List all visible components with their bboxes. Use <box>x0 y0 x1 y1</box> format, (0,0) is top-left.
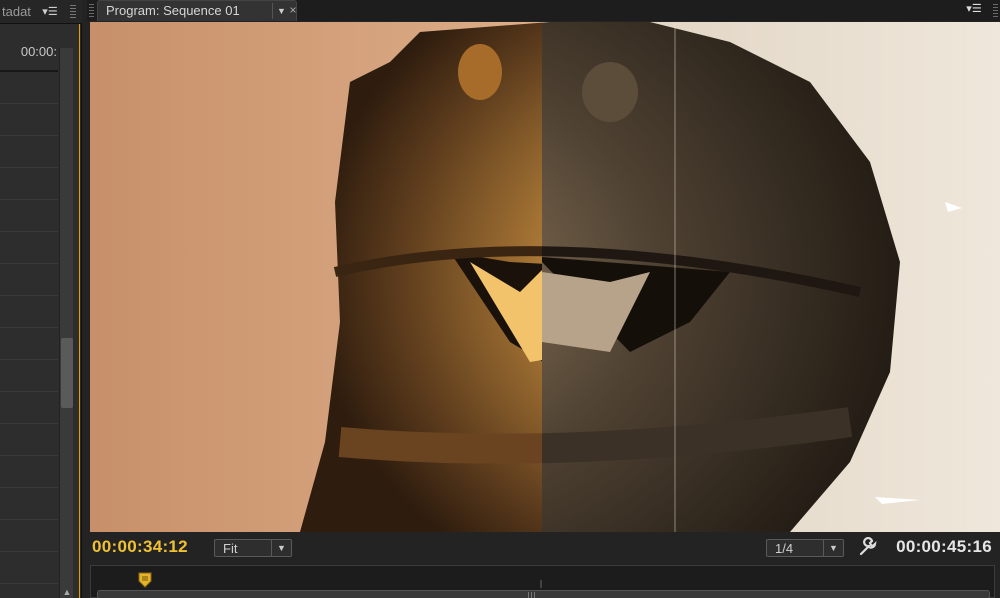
left-panel-tabbar: tadat ▾☰ <box>0 0 82 24</box>
metadata-panel: tadat ▾☰ 00:00: ▲ <box>0 0 82 598</box>
resolution-select-value: 1/4 <box>775 541 794 556</box>
time-ruler[interactable] <box>90 565 995 598</box>
app-window: tadat ▾☰ 00:00: ▲ Program: Sequence 01 ▼… <box>0 0 1000 598</box>
panel-grip[interactable] <box>993 4 998 18</box>
left-panel-content: 00:00: ▲ <box>0 24 80 598</box>
scrollbar-thumb[interactable] <box>61 338 73 408</box>
current-timecode[interactable]: 00:00:34:12 <box>92 537 188 557</box>
panel-menu-icon[interactable]: ▾☰ <box>40 3 60 21</box>
ruler-ticks <box>540 580 542 588</box>
program-tab-label: Program: Sequence 01 <box>106 3 240 18</box>
track-rows <box>0 72 58 598</box>
video-preview[interactable] <box>90 22 1000 532</box>
duration-timecode: 00:00:45:16 <box>896 537 992 556</box>
panel-menu-icon[interactable]: ▾☰ <box>964 0 984 18</box>
zoom-select[interactable]: Fit ▼ <box>214 539 292 557</box>
zoom-select-value: Fit <box>223 541 238 556</box>
vertical-scrollbar[interactable]: ▲ <box>59 48 73 598</box>
close-icon[interactable]: × <box>286 0 300 20</box>
program-monitor-panel: Program: Sequence 01 ▼ × ▾☰ 00:00:34:12 … <box>87 0 1000 598</box>
scroll-up-icon[interactable]: ▲ <box>61 586 73 598</box>
chevron-down-icon: ▼ <box>271 540 291 556</box>
chevron-down-icon: ▼ <box>823 540 843 556</box>
playhead-icon[interactable] <box>138 572 152 588</box>
left-timecode: 00:00: <box>20 44 57 59</box>
monitor-controls: 00:00:34:12 Fit ▼ 1/4 ▼ 00:00:45:16 <box>87 532 1000 562</box>
scrollbar-grip[interactable] <box>528 592 536 598</box>
zoom-scrollbar[interactable] <box>97 590 990 598</box>
resolution-select[interactable]: 1/4 ▼ <box>766 539 844 557</box>
video-frame-image <box>90 22 1000 532</box>
program-tabbar: Program: Sequence 01 ▼ × ▾☰ <box>87 0 1000 21</box>
tab-program[interactable]: Program: Sequence 01 ▼ <box>97 0 297 21</box>
wrench-icon[interactable] <box>857 537 879 557</box>
panel-grip[interactable] <box>89 4 94 18</box>
panel-grip[interactable] <box>70 5 76 19</box>
